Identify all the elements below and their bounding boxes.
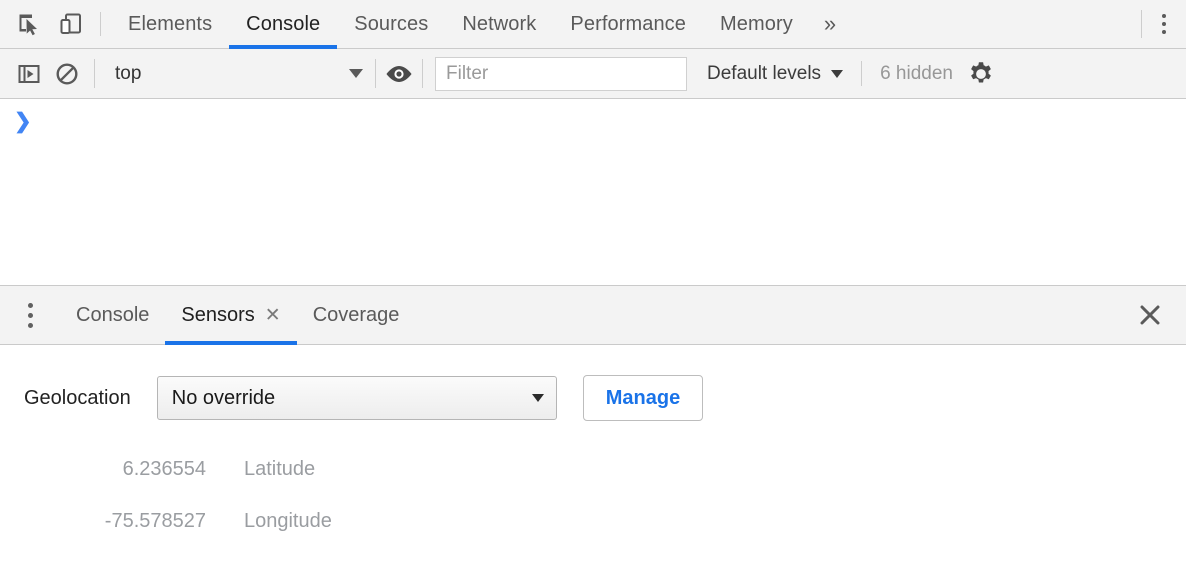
main-toolbar-right (1141, 0, 1186, 48)
clear-console-button[interactable] (48, 55, 86, 93)
tab-console-label: Console (246, 13, 320, 36)
hidden-messages-count: 6 hidden (880, 63, 953, 85)
close-icon[interactable]: ✕ (265, 306, 281, 325)
tab-network[interactable]: Network (445, 0, 553, 48)
drawer-tab-coverage[interactable]: Coverage (297, 286, 416, 344)
vertical-dots-icon (1162, 14, 1166, 18)
console-sidebar-toggle-button[interactable] (10, 55, 48, 93)
drawer-tabs: Console Sensors ✕ Coverage (60, 286, 415, 344)
clear-console-icon (54, 61, 80, 87)
console-divider-4 (861, 61, 862, 86)
tab-console[interactable]: Console (229, 0, 337, 48)
tab-performance-label: Performance (570, 13, 686, 36)
drawer-panel: Console Sensors ✕ Coverage Geoloc (0, 285, 1186, 586)
console-prompt-row[interactable]: ❯ (0, 99, 1186, 132)
devtools-window: Elements Console Sources Network Perform… (0, 0, 1186, 586)
latitude-input[interactable]: 6.236554 (46, 458, 206, 481)
latitude-label: Latitude (244, 458, 315, 481)
geolocation-row: Geolocation No override Manage (24, 375, 1186, 421)
close-drawer-button[interactable] (1114, 286, 1186, 344)
vertical-dots-icon (28, 313, 33, 318)
execution-context-value: top (115, 63, 349, 85)
tab-memory-label: Memory (720, 13, 793, 36)
manage-button[interactable]: Manage (583, 375, 703, 421)
main-tabs: Elements Console Sources Network Perform… (111, 0, 1141, 48)
vertical-dots-icon (28, 323, 33, 328)
tab-overflow-button[interactable]: » (810, 0, 850, 48)
vertical-dots-icon (1162, 22, 1166, 26)
live-expression-button[interactable] (380, 55, 418, 93)
inspect-element-icon (16, 11, 42, 37)
device-toolbar-button[interactable] (52, 5, 90, 43)
tab-network-label: Network (462, 13, 536, 36)
log-levels-dropdown[interactable]: Default levels (707, 63, 843, 85)
live-expression-eye-icon (384, 63, 414, 85)
prompt-chevron-icon: ❯ (14, 111, 32, 132)
inspect-element-button[interactable] (10, 5, 48, 43)
gear-icon (967, 60, 995, 88)
close-drawer-icon (1136, 301, 1164, 329)
filter-input[interactable]: Filter (435, 57, 687, 91)
drawer-tab-sensors-label: Sensors (181, 304, 254, 327)
chevron-down-icon (532, 394, 544, 402)
console-sidebar-icon (16, 61, 42, 87)
toolbar-divider-1 (100, 12, 101, 36)
geolocation-selected-value: No override (172, 387, 532, 410)
geolocation-label: Geolocation (24, 387, 131, 410)
chevron-double-right-icon: » (824, 11, 836, 37)
longitude-input[interactable]: -75.578527 (46, 510, 206, 533)
console-message-area: ❯ (0, 99, 1186, 285)
drawer-tab-sensors[interactable]: Sensors ✕ (165, 286, 296, 344)
latitude-row: 6.236554 Latitude (46, 443, 1186, 495)
console-divider-2 (375, 59, 376, 88)
geolocation-select[interactable]: No override (157, 376, 557, 420)
longitude-label: Longitude (244, 510, 332, 533)
tab-elements-label: Elements (128, 13, 212, 36)
main-toolbar-icons (0, 0, 90, 48)
chevron-down-icon (349, 69, 363, 78)
filter-placeholder: Filter (446, 63, 488, 85)
drawer-tab-console[interactable]: Console (60, 286, 165, 344)
drawer-menu-button[interactable] (0, 286, 60, 344)
chevron-down-icon (831, 70, 843, 78)
sensors-panel: Geolocation No override Manage 6.236554 … (0, 345, 1186, 586)
longitude-row: -75.578527 Longitude (46, 495, 1186, 547)
console-divider-1 (94, 59, 95, 88)
console-divider-3 (422, 59, 423, 88)
tab-performance[interactable]: Performance (553, 0, 703, 48)
device-toolbar-icon (58, 11, 84, 37)
vertical-dots-icon (1162, 30, 1166, 34)
console-toolbar: top Filter Default levels 6 hidden (0, 49, 1186, 99)
tab-sources-label: Sources (354, 13, 428, 36)
coordinates-group: 6.236554 Latitude -75.578527 Longitude (24, 443, 1186, 547)
main-menu-button[interactable] (1142, 0, 1186, 48)
console-settings-button[interactable] (967, 60, 995, 88)
tab-memory[interactable]: Memory (703, 0, 810, 48)
main-tab-bar: Elements Console Sources Network Perform… (0, 0, 1186, 49)
log-levels-label: Default levels (707, 63, 821, 85)
execution-context-selector[interactable]: top (103, 54, 371, 94)
manage-button-label: Manage (606, 387, 680, 410)
vertical-dots-icon (28, 303, 33, 308)
drawer-tab-bar: Console Sensors ✕ Coverage (0, 286, 1186, 345)
drawer-tab-coverage-label: Coverage (313, 304, 400, 327)
tab-elements[interactable]: Elements (111, 0, 229, 48)
drawer-tab-console-label: Console (76, 304, 149, 327)
tab-sources[interactable]: Sources (337, 0, 445, 48)
